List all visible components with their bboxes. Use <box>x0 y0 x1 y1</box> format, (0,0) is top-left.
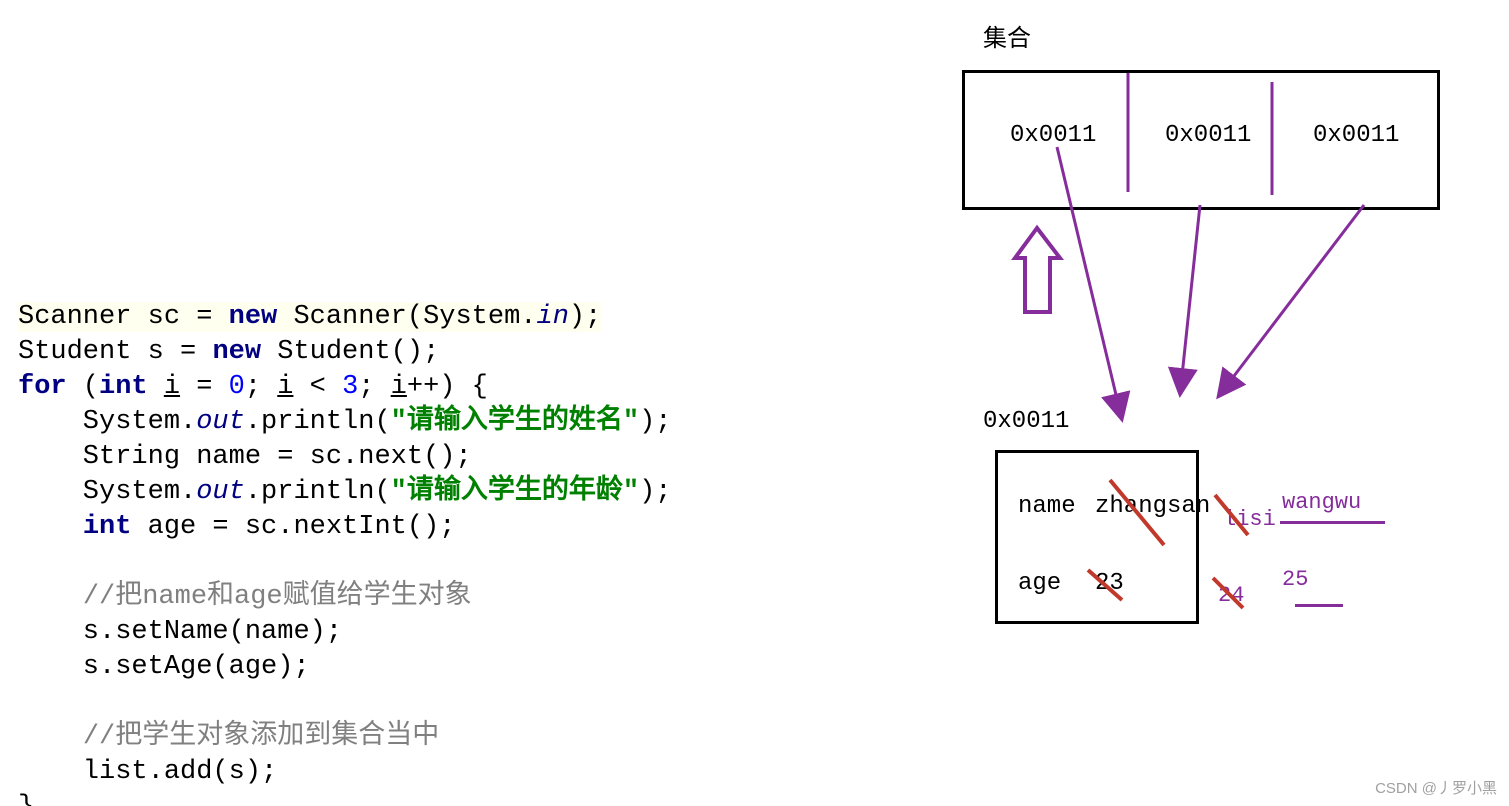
watermark: CSDN @丿罗小黑 <box>1375 777 1497 798</box>
cell-2: 0x0011 <box>1313 122 1399 149</box>
field-age: age <box>1018 570 1061 597</box>
value-name: zhangsan <box>1095 493 1210 520</box>
cell-1: 0x0011 <box>1165 122 1251 149</box>
crossed-24: 24 <box>1218 583 1244 608</box>
object-box <box>995 450 1199 624</box>
object-address: 0x0011 <box>983 408 1069 435</box>
underline-1 <box>1280 521 1385 524</box>
cell-0: 0x0011 <box>1010 122 1096 149</box>
final-wangwu: wangwu <box>1282 490 1361 515</box>
crossed-lisi: lisi <box>1223 507 1276 532</box>
collection-title: 集合 <box>983 18 1031 54</box>
underline-2 <box>1295 604 1343 607</box>
final-25: 25 <box>1282 567 1308 592</box>
code-block: Scanner sc = new Scanner(System.in); Stu… <box>18 265 671 806</box>
value-age: 23 <box>1095 570 1124 597</box>
field-name: name <box>1018 493 1076 520</box>
